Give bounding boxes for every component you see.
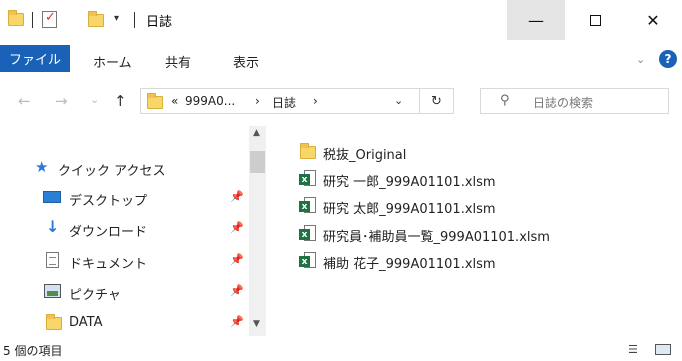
sidebar-item-documents[interactable]: ドキュメント 📌 <box>0 247 248 275</box>
item-count: 5 個の項目 <box>3 344 63 358</box>
sidebar-item-label: ピクチャ <box>69 288 121 303</box>
maximize-button[interactable] <box>566 0 624 40</box>
file-name: 補助 花子_999A01101.xlsm <box>323 257 496 272</box>
ribbon: ファイル ホーム 共有 表示 ⌄ ? <box>0 40 682 78</box>
sidebar-item-label: クイック アクセス <box>58 164 166 179</box>
address-bar[interactable]: « 999A0... › 日誌 › ⌄ <box>140 88 420 114</box>
properties-quick-access-button[interactable]: ✓ <box>42 10 57 28</box>
sidebar-item-label: DATA <box>69 315 103 330</box>
close-button[interactable]: ✕ <box>624 0 682 40</box>
file-name: 研究 一郎_999A01101.xlsm <box>323 175 496 190</box>
status-bar: 5 個の項目 ☰ <box>0 337 682 361</box>
sidebar-item-label: ドキュメント <box>69 257 148 272</box>
breadcrumb-separator[interactable]: › <box>313 94 318 108</box>
large-icons-view-button[interactable] <box>655 344 671 355</box>
pin-icon[interactable]: 📌 <box>230 315 244 328</box>
list-item[interactable]: x 研究員･補助員一覧_999A01101.xlsm <box>299 222 659 246</box>
excel-badge: x <box>299 174 310 185</box>
sidebar-item-label: ダウンロード <box>69 225 148 240</box>
search-icon: ⚲ <box>500 93 510 108</box>
search-placeholder: 日誌の検索 <box>533 96 594 110</box>
excel-icon: x <box>299 225 316 242</box>
file-name: 研究員･補助員一覧_999A01101.xlsm <box>323 230 550 245</box>
tab-view[interactable]: 表示 <box>233 52 259 71</box>
minimize-button[interactable]: — <box>507 0 565 40</box>
excel-icon: x <box>299 170 316 187</box>
forward-button[interactable]: → <box>55 92 68 110</box>
details-view-button[interactable]: ☰ <box>628 343 638 356</box>
address-dropdown-button[interactable]: ⌄ <box>394 94 403 107</box>
file-name: 税抜_Original <box>323 148 407 163</box>
pin-icon[interactable]: 📌 <box>230 284 244 297</box>
sidebar-item-quick-access[interactable]: ★ クイック アクセス <box>0 154 248 182</box>
navigation-pane-scrollbar[interactable]: ▲ ▼ <box>249 126 266 336</box>
sidebar-item-data[interactable]: DATA 📌 <box>0 309 248 337</box>
excel-badge: x <box>299 201 310 212</box>
tab-home[interactable]: ホーム <box>93 52 132 71</box>
list-item[interactable]: 税抜_Original <box>299 140 659 164</box>
close-icon: ✕ <box>646 10 660 30</box>
picture-icon <box>44 284 61 298</box>
folder-icon <box>46 314 62 330</box>
scroll-down-icon[interactable]: ▼ <box>253 319 260 329</box>
excel-icon: x <box>299 252 316 269</box>
sidebar-item-label: デスクトップ <box>69 194 148 209</box>
separator <box>134 12 135 28</box>
tab-file[interactable]: ファイル <box>0 45 70 72</box>
new-folder-quick-access-button[interactable] <box>88 11 104 27</box>
list-item[interactable]: x 補助 花子_999A01101.xlsm <box>299 249 659 273</box>
navigation-bar: ← → ⌄ ↑ « 999A0... › 日誌 › ⌄ ↻ ⚲ 日誌の検索 <box>0 78 682 126</box>
address-overflow[interactable]: « <box>171 94 178 108</box>
refresh-icon: ↻ <box>431 93 442 109</box>
checkmark-icon: ✓ <box>45 10 56 25</box>
excel-badge: x <box>299 256 310 267</box>
breadcrumb-segment[interactable]: 日誌 <box>272 94 296 111</box>
folder-icon <box>300 143 316 159</box>
star-icon: ★ <box>35 158 49 176</box>
pin-icon[interactable]: 📌 <box>230 221 244 234</box>
sidebar-item-downloads[interactable]: ↓ ダウンロード 📌 <box>0 215 248 243</box>
download-icon: ↓ <box>46 217 60 236</box>
pin-icon[interactable]: 📌 <box>230 253 244 266</box>
sidebar-item-desktop[interactable]: デスクトップ 📌 <box>0 184 248 212</box>
folder-icon <box>147 93 163 109</box>
search-input[interactable]: ⚲ 日誌の検索 <box>480 88 669 114</box>
expand-ribbon-icon[interactable]: ⌄ <box>636 53 645 66</box>
folder-icon <box>8 10 24 26</box>
customize-quick-access-dropdown[interactable]: ▾ <box>114 13 119 24</box>
list-item[interactable]: x 研究 太郎_999A01101.xlsm <box>299 194 659 218</box>
desktop-icon <box>43 191 61 203</box>
tab-share[interactable]: 共有 <box>165 52 191 71</box>
list-item[interactable]: x 研究 一郎_999A01101.xlsm <box>299 167 659 191</box>
breadcrumb-separator[interactable]: › <box>255 94 260 108</box>
recent-locations-button[interactable]: ⌄ <box>90 93 99 106</box>
navigation-pane: ★ クイック アクセス デスクトップ 📌 ↓ ダウンロード 📌 ドキュメント 📌… <box>0 126 272 336</box>
breadcrumb-segment[interactable]: 999A0... <box>185 94 235 108</box>
title-bar: ✓ ▾ 日誌 — ✕ <box>0 0 682 40</box>
excel-badge: x <box>299 229 310 240</box>
file-name: 研究 太郎_999A01101.xlsm <box>323 202 496 217</box>
document-icon <box>46 252 59 268</box>
pin-icon[interactable]: 📌 <box>230 190 244 203</box>
refresh-button[interactable]: ↻ <box>420 88 454 114</box>
up-button[interactable]: ↑ <box>114 92 127 110</box>
minimize-icon: — <box>528 10 544 30</box>
sidebar-item-pictures[interactable]: ピクチャ 📌 <box>0 278 248 306</box>
excel-icon: x <box>299 197 316 214</box>
maximize-icon <box>589 14 601 26</box>
scroll-up-icon[interactable]: ▲ <box>253 128 260 138</box>
scroll-thumb[interactable] <box>250 151 265 173</box>
back-button[interactable]: ← <box>18 92 31 110</box>
window-title: 日誌 <box>146 15 173 30</box>
separator <box>32 12 33 28</box>
help-button[interactable]: ? <box>659 50 677 68</box>
